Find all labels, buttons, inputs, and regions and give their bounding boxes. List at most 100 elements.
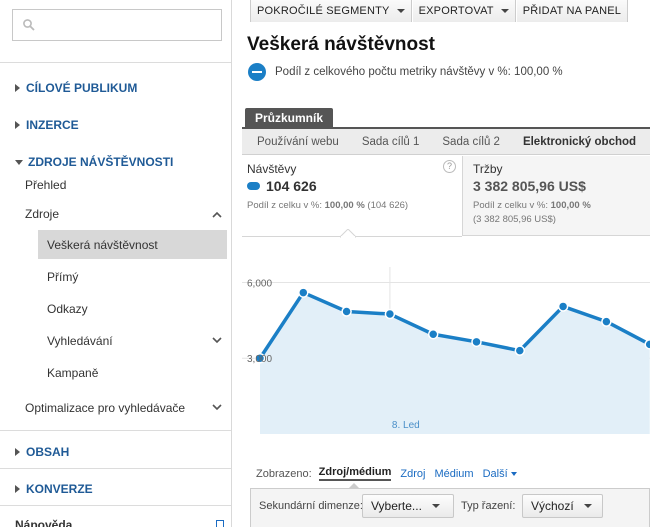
nav-conversions[interactable]: KONVERZE (15, 482, 93, 496)
table-controls: Sekundární dimenze: Vyberte... Typ řazen… (250, 488, 650, 527)
nav-campaigns[interactable]: Kampaně (47, 366, 98, 380)
y-tick-label: 6,000 (247, 278, 272, 289)
nav-traffic-sources[interactable]: ZDROJE NÁVŠTĚVNOSTI (15, 155, 173, 169)
nav-referrals[interactable]: Odkazy (47, 302, 88, 316)
help-icon[interactable]: ? (443, 160, 456, 173)
metric-visits-name: Návštěvy (247, 162, 297, 176)
subtab-site-usage[interactable]: Používání webu (242, 136, 347, 148)
chevron-up-icon[interactable] (212, 210, 222, 220)
data-point[interactable] (514, 345, 526, 356)
tab-explorer[interactable]: Průzkumník (245, 108, 334, 128)
metric-revenue-name: Tržby (473, 162, 503, 176)
nav-traffic-sources-label: ZDROJE NÁVŠTĚVNOSTI (28, 155, 174, 169)
report-toolbar: POKROČILÉ SEGMENTY EXPORTOVAT PŘIDAT NA … (250, 0, 629, 22)
metric-visits[interactable]: Návštěvy 104 626 Podíl z celku v %: 100,… (242, 156, 462, 236)
expand-arrow-icon (15, 485, 20, 493)
nav-advertising-label: INZERCE (26, 118, 79, 132)
sidebar: CÍLOVÉ PUBLIKUM INZERCE ZDROJE NÁVŠTĚVNO… (0, 0, 232, 527)
y-tick-label: 3,000 (247, 354, 272, 365)
divider (0, 62, 231, 63)
metric-visits-share-pct: 100,00 % (324, 200, 365, 211)
series-color-icon (247, 182, 260, 190)
nav-direct[interactable]: Přímý (47, 270, 78, 284)
search-input[interactable] (13, 10, 221, 40)
nav-audience-label: CÍLOVÉ PUBLIKUM (26, 81, 138, 95)
segment-summary: Podíl z celkového počtu metriky návštěvy… (275, 66, 563, 78)
nav-search[interactable]: Vyhledávání (47, 334, 113, 348)
data-point[interactable] (601, 316, 612, 327)
nav-sources[interactable]: Zdroje (25, 207, 59, 221)
divider (0, 468, 231, 469)
x-axis-annotation: 8. Led (392, 420, 420, 431)
data-point[interactable] (427, 328, 439, 340)
expand-arrow-icon (15, 84, 20, 92)
nav-audience[interactable]: CÍLOVÉ PUBLIKUM (15, 81, 137, 95)
chevron-down-icon[interactable] (212, 335, 222, 345)
subtab-goal-set-1[interactable]: Sada cílů 1 (347, 136, 428, 148)
secondary-dimension-value: Vyberte... (371, 499, 422, 513)
subtab-goal-set-2[interactable]: Sada cílů 2 (427, 136, 508, 148)
advanced-segments-button[interactable]: POKROČILÉ SEGMENTY (250, 0, 412, 22)
dimension-medium[interactable]: Médium (434, 468, 473, 480)
metric-revenue-share-label: Podíl z celku v %: (473, 200, 548, 211)
caret-down-icon (500, 9, 509, 13)
data-point[interactable] (644, 339, 650, 350)
nav-overview[interactable]: Přehled (25, 178, 66, 192)
add-to-dashboard-label: PŘIDAT NA PANEL (522, 5, 622, 17)
sort-type-value: Výchozí (531, 499, 574, 513)
visits-chart[interactable]: 6,000 3,000 8. Led (242, 237, 650, 442)
dimension-source[interactable]: Zdroj (400, 468, 425, 480)
metric-revenue-value: 3 382 805,96 US$ (473, 178, 586, 194)
primary-dimension-row: Zobrazeno: Zdroj/médium Zdroj Médium Dal… (256, 466, 526, 481)
secondary-dimension-label: Sekundární dimenze: (259, 500, 363, 512)
search-box[interactable] (12, 9, 222, 41)
caret-down-icon (431, 504, 440, 508)
divider (0, 505, 231, 506)
data-point[interactable] (557, 301, 569, 312)
secondary-dimension-select[interactable]: Vyberte... (362, 494, 454, 518)
metric-revenue-share-total: (3 382 805,96 US$) (473, 214, 556, 225)
dimension-source-medium[interactable]: Zdroj/médium (318, 466, 392, 481)
metric-visits-share-total: (104 626) (367, 200, 409, 211)
nav-content[interactable]: OBSAH (15, 445, 69, 459)
data-point[interactable] (298, 287, 309, 298)
dimension-more[interactable]: Další (483, 468, 517, 480)
add-to-dashboard-button[interactable]: PŘIDAT NA PANEL (515, 0, 629, 22)
data-point[interactable] (471, 336, 482, 348)
nav-seo[interactable]: Optimalizace pro vyhledávače (25, 401, 185, 415)
explorer-subtabs: Používání webu Sada cílů 1 Sada cílů 2 E… (242, 129, 650, 155)
advanced-segments-label: POKROČILÉ SEGMENTY (257, 5, 390, 17)
page-title: Veškerá návštěvnost (247, 34, 436, 55)
caret-down-icon (396, 9, 405, 13)
popout-icon[interactable] (216, 520, 224, 527)
collapse-arrow-icon (15, 159, 23, 165)
nav-conversions-label: KONVERZE (26, 482, 93, 496)
export-button[interactable]: EXPORTOVAT (411, 0, 516, 22)
metric-revenue-share-pct: 100,00 % (550, 200, 591, 211)
sort-type-label: Typ řazení: (461, 500, 516, 512)
caret-down-icon (583, 504, 592, 508)
chevron-down-icon[interactable] (212, 402, 222, 412)
primary-dimension-label: Zobrazeno: (256, 467, 312, 480)
metric-visits-share-label: Podíl z celku v %: (247, 200, 322, 211)
nav-help[interactable]: Nápověda (15, 518, 72, 527)
data-point[interactable] (384, 308, 396, 320)
caret-down-icon (510, 471, 517, 476)
subtab-ecommerce[interactable]: Elektronický obchod (508, 136, 644, 148)
divider (0, 430, 231, 431)
expand-arrow-icon (15, 121, 20, 129)
tab-explorer-label: Průzkumník (255, 111, 324, 125)
metric-visits-share: Podíl z celku v %: 100,00 % (104 626) (247, 200, 408, 211)
search-icon (23, 19, 35, 31)
sort-type-select[interactable]: Výchozí (522, 494, 603, 518)
expand-arrow-icon (15, 448, 20, 456)
data-point[interactable] (341, 306, 352, 317)
nav-advertising[interactable]: INZERCE (15, 118, 79, 132)
metric-visits-value: 104 626 (266, 178, 317, 194)
metric-revenue-share: Podíl z celku v %: 100,00 % (473, 200, 591, 211)
nav-help-label: Nápověda (15, 518, 73, 527)
export-label: EXPORTOVAT (418, 5, 494, 17)
segment-indicator-icon (248, 63, 266, 81)
nav-all-traffic[interactable]: Veškerá návštěvnost (47, 238, 158, 252)
metric-revenue[interactable]: Tržby 3 382 805,96 US$ Podíl z celku v %… (462, 156, 650, 236)
